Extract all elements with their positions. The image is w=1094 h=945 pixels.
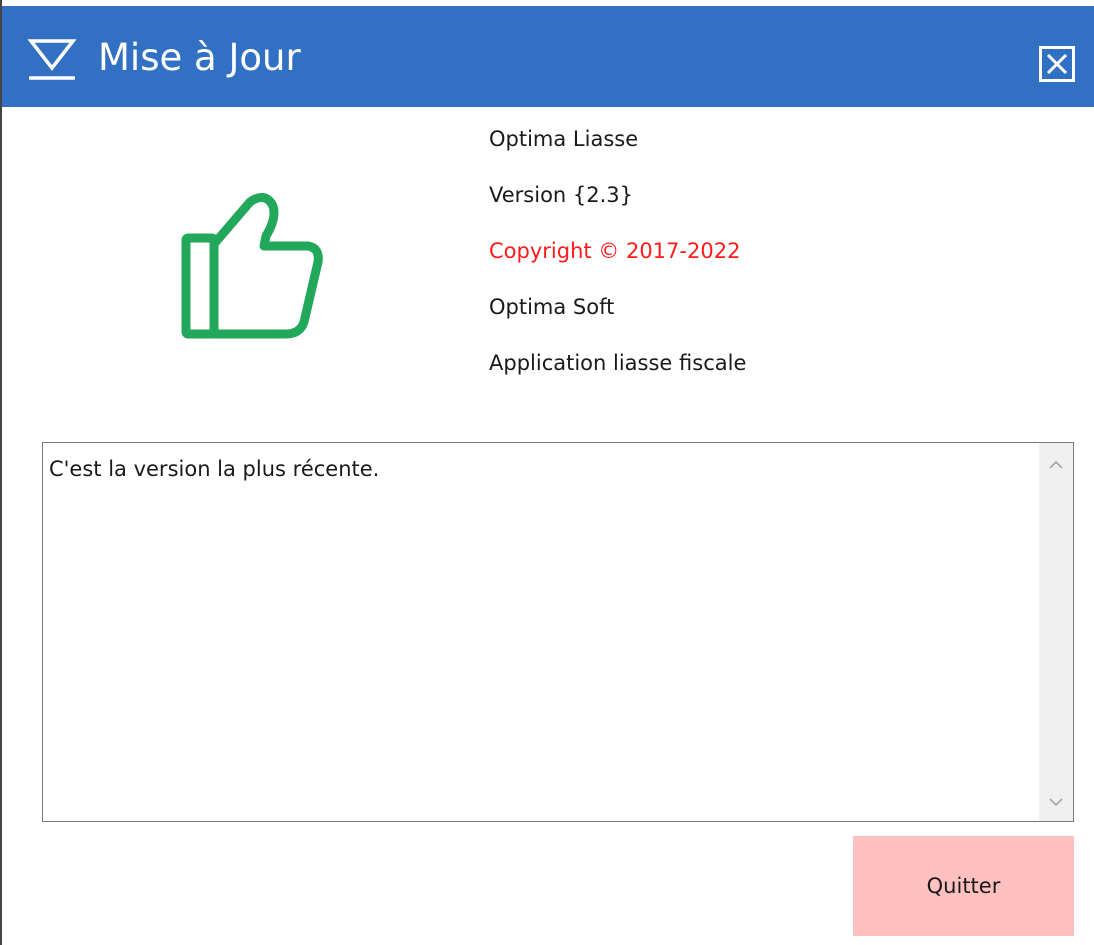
- title-bar: Mise à Jour: [2, 6, 1094, 107]
- quit-button[interactable]: Quitter: [853, 836, 1074, 936]
- vertical-scrollbar[interactable]: [1039, 443, 1073, 821]
- window-title: Mise à Jour: [98, 36, 301, 79]
- message-textbox[interactable]: C'est la version la plus récente.: [42, 442, 1074, 822]
- download-tray-icon: [27, 39, 77, 80]
- app-description: Application liasse fiscale: [489, 351, 747, 375]
- copyright-label: Copyright © 2017-2022: [489, 239, 741, 263]
- close-button[interactable]: [1039, 46, 1075, 82]
- scroll-down-icon[interactable]: [1039, 785, 1073, 819]
- version-label: Version {2.3}: [489, 183, 634, 207]
- update-dialog: Mise à Jour Optima Liasse Version {2.3} …: [0, 0, 1094, 945]
- message-text: C'est la version la plus récente.: [49, 457, 380, 481]
- product-name: Optima Liasse: [489, 127, 639, 151]
- company-name: Optima Soft: [489, 295, 615, 319]
- scroll-up-icon[interactable]: [1039, 449, 1073, 483]
- thumbs-up-icon: [181, 193, 323, 339]
